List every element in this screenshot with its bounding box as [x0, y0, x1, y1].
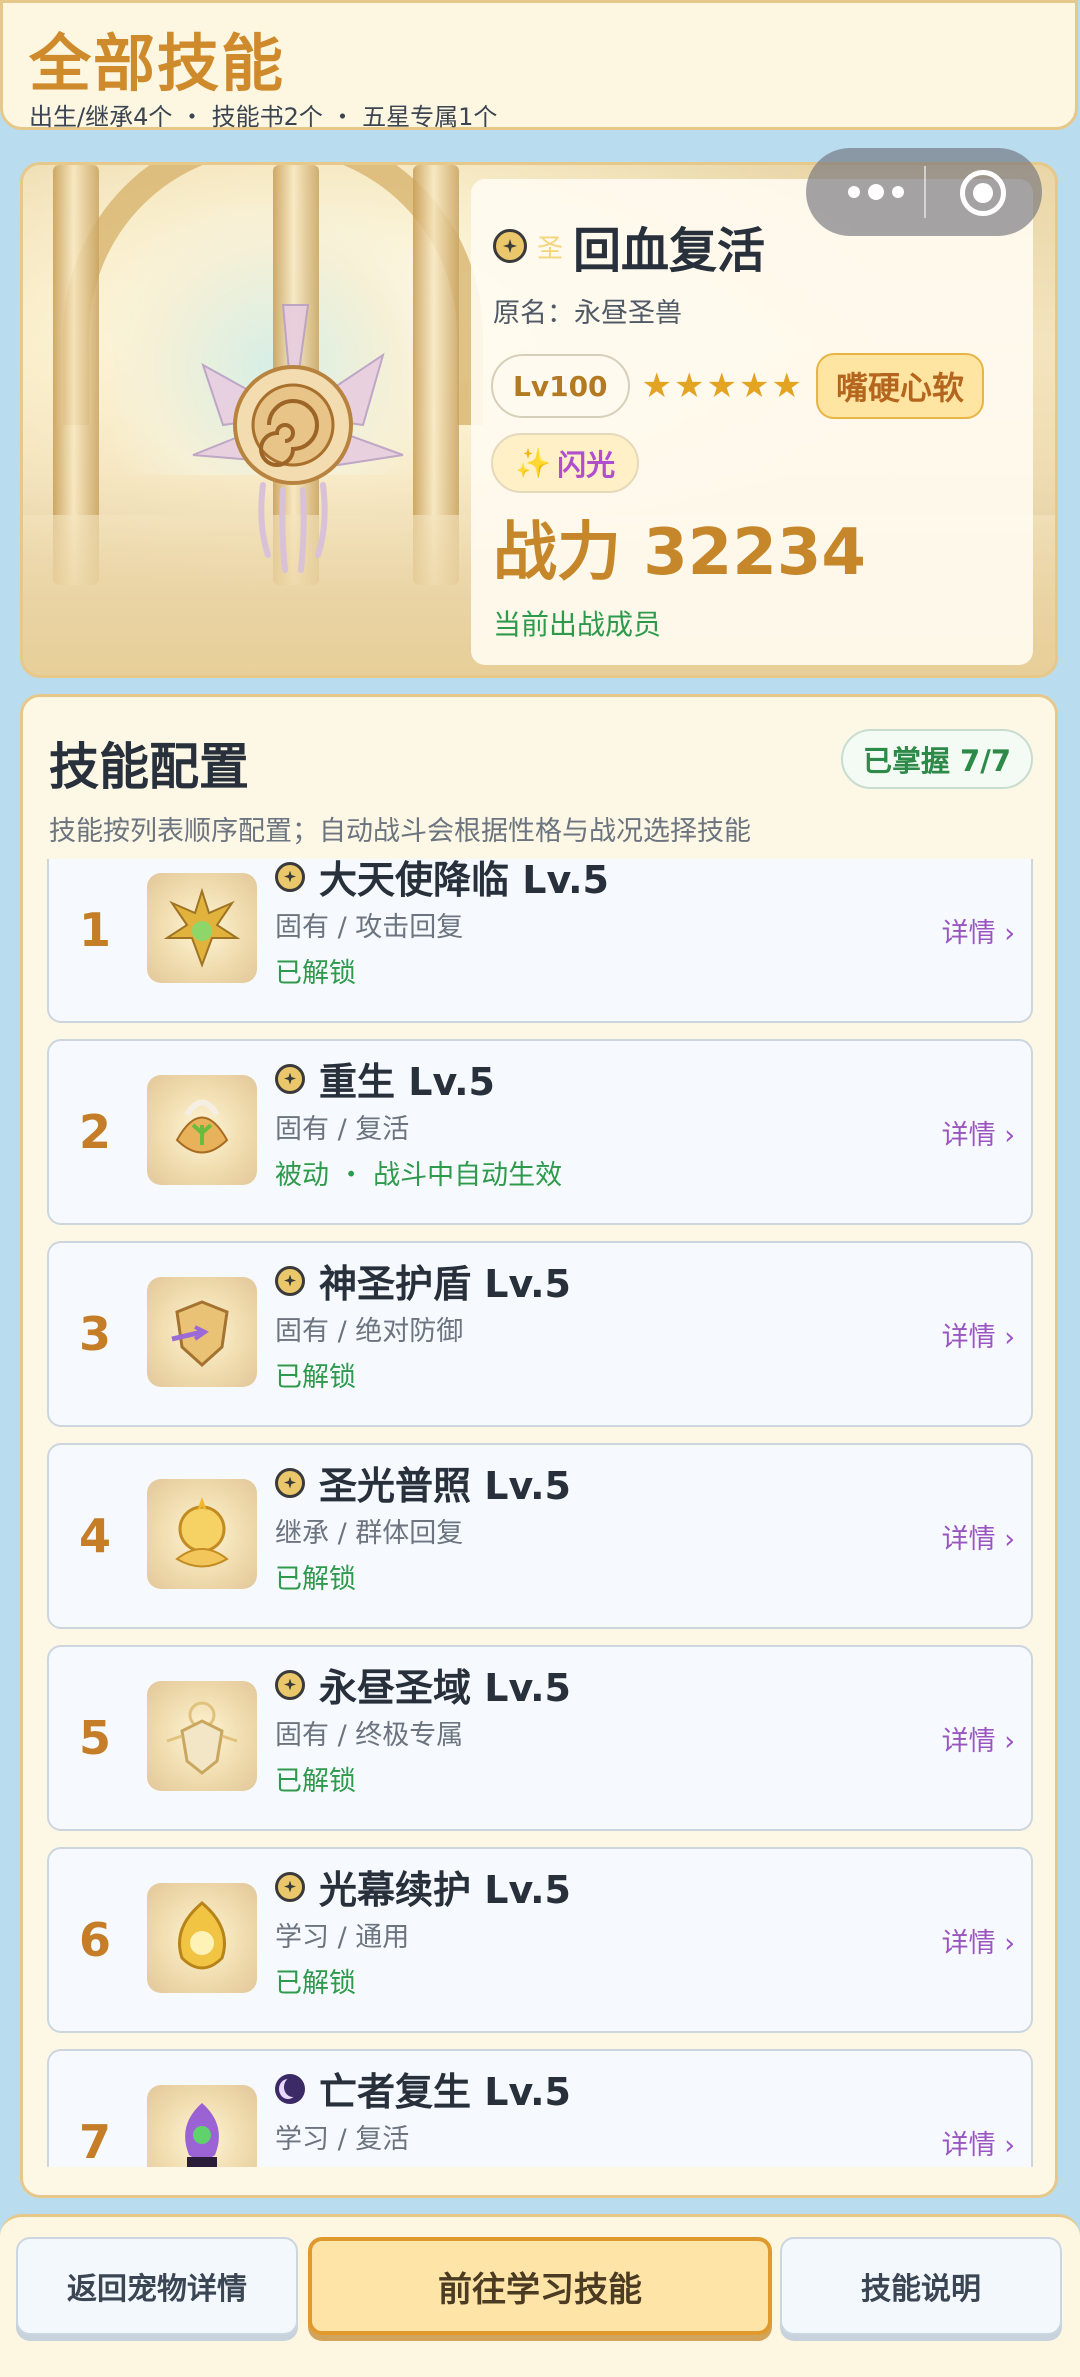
capsule-divider — [924, 166, 926, 218]
skill-thumbnail — [147, 1681, 257, 1791]
skill-index: 7 — [78, 2115, 111, 2167]
skill-detail-link[interactable]: 详情 › — [942, 859, 1015, 1021]
skill-thumbnail — [147, 1479, 257, 1589]
combat-power: 战力 32234 — [493, 516, 866, 590]
more-options-icon[interactable] — [836, 176, 916, 208]
battle-status: 当前出战成员 — [493, 608, 662, 641]
pet-name-row: 圣 回血复活 — [493, 211, 765, 281]
skill-thumbnail — [147, 2085, 257, 2167]
skill-item[interactable]: 7 亡者复生 Lv.5 学习 / 复活 详情 › — [47, 2049, 1033, 2167]
bottom-action-bar: 返回宠物详情 前往学习技能 技能说明 — [0, 2214, 1080, 2377]
skill-name-row: 圣光普照 Lv.5 — [275, 1455, 571, 1510]
pet-portrait — [192, 304, 404, 573]
skill-index: 1 — [78, 903, 111, 957]
skill-index: 3 — [78, 1307, 111, 1361]
skill-name-row: 亡者复生 Lv.5 — [275, 2061, 571, 2116]
skill-name: 光幕续护 Lv.5 — [319, 1868, 571, 1912]
dark-moon-icon — [275, 2073, 305, 2104]
skill-type: 学习 / 通用 — [275, 1922, 410, 1953]
flash-label: 闪光 — [557, 448, 616, 482]
panel-hint: 技能按列表顺序配置；自动战斗会根据性格与战况选择技能 — [49, 816, 751, 847]
skill-name: 亡者复生 Lv.5 — [319, 2070, 571, 2114]
skill-name: 重生 Lv.5 — [319, 1060, 495, 1104]
panel-title: 技能配置 — [49, 738, 249, 796]
skill-state: 已解锁 — [275, 1968, 356, 1999]
skill-name-row: 大天使降临 Lv.5 — [275, 859, 609, 904]
learn-skill-button[interactable]: 前往学习技能 — [308, 2237, 772, 2335]
skill-name-row: 神圣护盾 Lv.5 — [275, 1253, 571, 1308]
skill-thumbnail — [147, 1075, 257, 1185]
skill-detail-link[interactable]: 详情 › — [942, 1041, 1015, 1223]
skill-state: 已解锁 — [275, 1564, 356, 1595]
skill-detail-link[interactable]: 详情 › — [942, 1243, 1015, 1425]
skill-type: 固有 / 终极专属 — [275, 1720, 464, 1751]
skill-item[interactable]: 2 重生 Lv.5 固有 / 复活 被动 ・ 战斗中自动生效 详情 › — [47, 1039, 1033, 1225]
back-to-pet-button[interactable]: 返回宠物详情 — [16, 2237, 298, 2335]
skill-state: 被动 ・ 战斗中自动生效 — [275, 1160, 563, 1191]
holy-star-icon — [275, 1063, 305, 1094]
skill-name-row: 光幕续护 Lv.5 — [275, 1859, 571, 1914]
pet-info-panel: 圣 回血复活 原名：永昼圣兽 Lv100 ★★★★★ 嘴硬心软 ✨ 闪光 战力 … — [471, 179, 1033, 665]
skill-thumbnail — [147, 1277, 257, 1387]
skill-detail-link[interactable]: 详情 › — [942, 1445, 1015, 1627]
sparkle-icon: ✨ — [515, 445, 552, 480]
holy-star-icon — [493, 229, 527, 263]
skill-index: 5 — [78, 1711, 111, 1765]
skill-item[interactable]: 1 大天使降临 Lv.5 固有 / 攻击回复 已解锁 详情 › — [47, 859, 1033, 1023]
page-title: 全部技能 — [29, 27, 286, 100]
skill-type: 固有 / 攻击回复 — [275, 912, 464, 943]
pet-hero-card: 圣 回血复活 原名：永昼圣兽 Lv100 ★★★★★ 嘴硬心软 ✨ 闪光 战力 … — [20, 162, 1058, 678]
skill-config-panel: 技能配置 已掌握 7/7 技能按列表顺序配置；自动战斗会根据性格与战况选择技能 … — [20, 694, 1058, 2198]
mastered-count-badge: 已掌握 7/7 — [840, 729, 1033, 789]
skill-source-summary: 出生/继承4个 ・ 技能书2个 ・ 五星专属1个 — [29, 103, 498, 131]
holy-star-icon — [275, 1467, 305, 1498]
pet-badges: Lv100 ★★★★★ 嘴硬心软 — [491, 353, 984, 419]
flash-badge: ✨ 闪光 — [491, 433, 640, 493]
skill-type: 固有 / 绝对防御 — [275, 1316, 464, 1347]
skill-item[interactable]: 6 光幕续护 Lv.5 学习 / 通用 已解锁 详情 › — [47, 1847, 1033, 2033]
skill-name: 永昼圣域 Lv.5 — [319, 1666, 571, 1710]
holy-tag: 圣 — [537, 233, 564, 264]
skill-name: 圣光普照 Lv.5 — [319, 1464, 571, 1508]
page-header: 全部技能 出生/继承4个 ・ 技能书2个 ・ 五星专属1个 — [0, 0, 1078, 131]
star-rating: ★★★★★ — [641, 366, 804, 406]
pet-name: 回血复活 — [573, 223, 766, 279]
close-miniprogram-icon[interactable] — [960, 170, 1006, 216]
skill-state: 已解锁 — [275, 958, 356, 989]
skill-state: 已解锁 — [275, 1766, 356, 1797]
skill-name: 神圣护盾 Lv.5 — [319, 1262, 571, 1306]
skill-detail-link[interactable]: 详情 › — [942, 2051, 1015, 2167]
skill-type: 继承 / 群体回复 — [275, 1518, 464, 1549]
nature-badge: 嘴硬心软 — [815, 353, 984, 419]
miniprogram-capsule — [806, 148, 1042, 236]
skill-list[interactable]: 1 大天使降临 Lv.5 固有 / 攻击回复 已解锁 详情 › 2 重生 Lv.… — [23, 859, 1055, 2167]
skill-state: 已解锁 — [275, 1362, 356, 1393]
skill-thumbnail — [147, 873, 257, 983]
skill-detail-link[interactable]: 详情 › — [942, 1849, 1015, 2031]
skill-item[interactable]: 5 永昼圣域 Lv.5 固有 / 终极专属 已解锁 详情 › — [47, 1645, 1033, 1831]
skill-index: 6 — [78, 1913, 111, 1967]
holy-star-icon — [275, 1669, 305, 1700]
skill-index: 2 — [78, 1105, 111, 1159]
skill-name-row: 永昼圣域 Lv.5 — [275, 1657, 571, 1712]
skill-detail-link[interactable]: 详情 › — [942, 1647, 1015, 1829]
level-badge: Lv100 — [491, 354, 630, 418]
holy-star-icon — [275, 861, 305, 892]
holy-star-icon — [275, 1265, 305, 1296]
skill-type: 学习 / 复活 — [275, 2124, 410, 2155]
pet-original-name: 原名：永昼圣兽 — [493, 298, 682, 329]
skill-item[interactable]: 4 圣光普照 Lv.5 继承 / 群体回复 已解锁 详情 › — [47, 1443, 1033, 1629]
skill-index: 4 — [78, 1509, 111, 1563]
skill-item[interactable]: 3 神圣护盾 Lv.5 固有 / 绝对防御 已解锁 详情 › — [47, 1241, 1033, 1427]
skill-help-button[interactable]: 技能说明 — [780, 2237, 1062, 2335]
skill-name: 大天使降临 Lv.5 — [319, 859, 609, 902]
skill-thumbnail — [147, 1883, 257, 1993]
skill-type: 固有 / 复活 — [275, 1114, 410, 1145]
holy-star-icon — [275, 1871, 305, 1902]
skill-name-row: 重生 Lv.5 — [275, 1051, 495, 1106]
